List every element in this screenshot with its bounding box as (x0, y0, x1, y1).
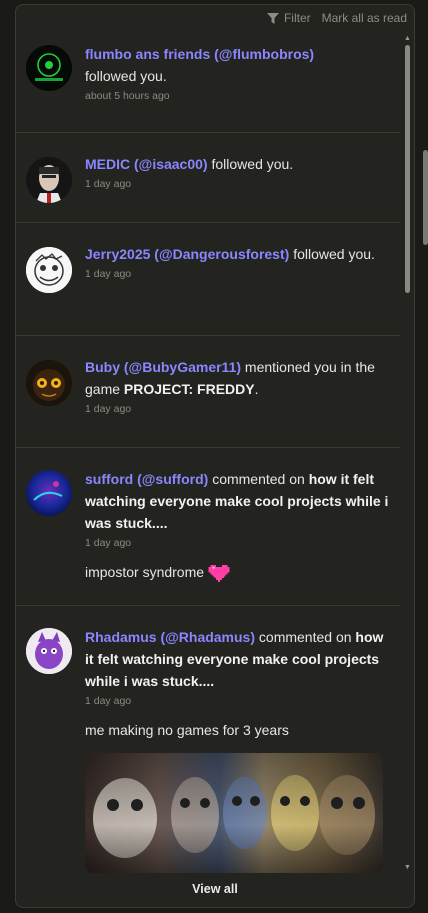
avatar[interactable] (26, 45, 72, 91)
scrollbar-thumb[interactable] (405, 45, 410, 293)
heart-emoji-icon (208, 564, 230, 582)
filter-icon (266, 12, 279, 24)
action-text: commented on (258, 629, 352, 645)
notifications-panel: Filter Mark all as read flumbo ans frien… (15, 4, 415, 908)
comment-text-row: me making no games for 3 years (85, 719, 392, 741)
footer: View all (16, 871, 414, 907)
notification-item[interactable]: sufford (@sufford) commented on how it f… (16, 448, 400, 606)
mark-all-read-button[interactable]: Mark all as read (322, 11, 407, 25)
comment-text: impostor syndrome (85, 564, 205, 580)
username-link[interactable]: Rhadamus (@Rhadamus) (85, 629, 255, 645)
scrollbar[interactable]: ▲ ▼ (403, 35, 411, 871)
timestamp: 1 day ago (85, 268, 132, 280)
avatar[interactable] (26, 157, 72, 203)
username-link[interactable]: MEDIC (@isaac00) (85, 156, 208, 172)
comment-text-row: impostor syndrome (85, 561, 392, 583)
action-text: commented on (212, 471, 305, 487)
action-text: followed you. (85, 68, 167, 84)
page-scrollbar-thumb[interactable] (423, 150, 428, 245)
punctuation: . (254, 381, 259, 397)
view-all-button[interactable]: View all (192, 882, 238, 896)
scroll-up-arrow-icon[interactable]: ▲ (404, 35, 411, 42)
notification-item[interactable]: flumbo ans friends (@flumbobros) followe… (16, 31, 400, 133)
action-text: followed you. (211, 156, 294, 172)
notification-item[interactable]: Buby (@BubyGamer11) mentioned you in the… (16, 336, 400, 448)
avatar[interactable] (26, 360, 72, 406)
media-preview-image[interactable] (85, 753, 383, 873)
notifications-toolbar: Filter Mark all as read (16, 5, 414, 31)
notification-item[interactable]: Rhadamus (@Rhadamus) commented on how it… (16, 606, 400, 906)
scroll-down-arrow-icon[interactable]: ▼ (404, 864, 411, 871)
avatar[interactable] (26, 470, 72, 516)
username-link[interactable]: Buby (@BubyGamer11) (85, 359, 241, 375)
username-link[interactable]: Jerry2025 (@Dangerousforest) (85, 246, 289, 262)
notification-list: flumbo ans friends (@flumbobros) followe… (16, 31, 400, 906)
comment-text: me making no games for 3 years (85, 722, 289, 738)
game-link[interactable]: PROJECT: FREDDY (124, 381, 255, 397)
timestamp: 1 day ago (85, 178, 132, 190)
action-text: followed you. (293, 246, 375, 262)
username-link[interactable]: flumbo ans friends (@flumbobros) (85, 46, 314, 62)
timestamp: 1 day ago (85, 403, 132, 415)
username-link[interactable]: sufford (@sufford) (85, 471, 208, 487)
filter-label: Filter (283, 11, 311, 25)
avatar[interactable] (26, 628, 72, 674)
notification-item[interactable]: Jerry2025 (@Dangerousforest) followed yo… (16, 223, 400, 336)
avatar[interactable] (26, 247, 72, 293)
timestamp: 1 day ago (85, 695, 132, 707)
filter-button[interactable]: Filter (266, 11, 311, 25)
notification-item[interactable]: MEDIC (@isaac00) followed you. 1 day ago (16, 133, 400, 223)
timestamp: 1 day ago (85, 537, 132, 549)
timestamp: about 5 hours ago (85, 90, 170, 102)
